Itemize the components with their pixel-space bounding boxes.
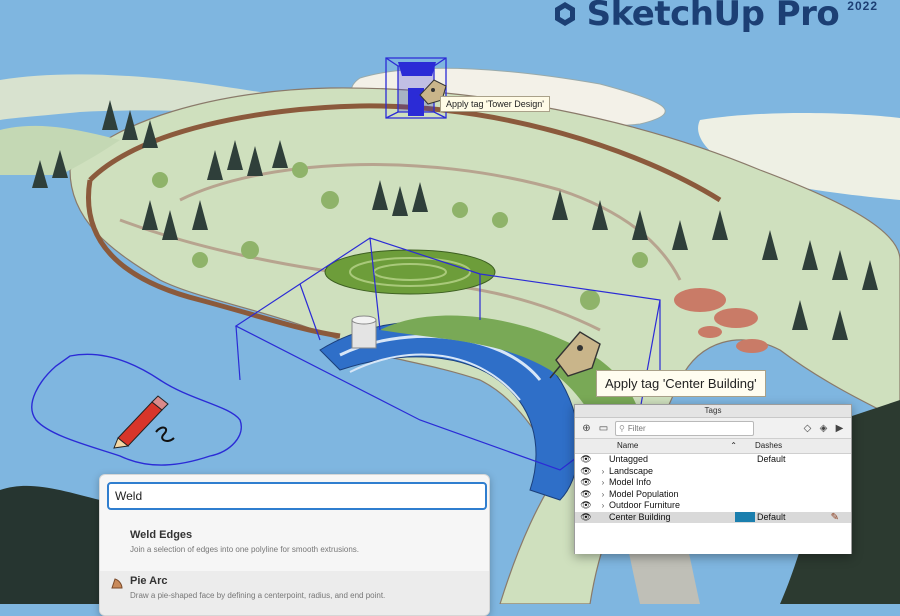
result-description: Draw a pie-shaped face by defining a cen… [130,591,386,600]
sort-icon[interactable]: ⌃ [730,439,737,453]
result-title: Pie Arc [130,575,168,587]
search-result-pie-arc[interactable]: Pie Arc Draw a pie-shaped face by defini… [100,571,489,615]
result-title: Weld Edges [130,529,193,541]
result-description: Join a selection of edges into one polyl… [130,545,360,554]
tag-name: Model Population [609,488,679,499]
chevron-right-icon[interactable]: › [597,489,609,501]
search-panel[interactable]: Weld Edges Join a selection of edges int… [99,474,490,616]
add-tag-icon[interactable]: ⊕ [581,423,592,434]
tags-list: 👁 Untagged Default 👁 › Landscape 👁 › Mod… [575,454,851,554]
eye-icon[interactable]: 👁 [575,489,597,501]
tooltip-center-building: Apply tag 'Center Building' [596,370,766,397]
tags-panel-title: Tags [575,405,851,418]
tags-filter-input[interactable] [627,423,738,433]
color-by-tag-icon[interactable]: ◈ [818,423,829,434]
chevron-right-icon[interactable]: › [597,500,609,512]
tag-row-selected[interactable]: 👁 Center Building Default ✎ [575,511,851,524]
eye-icon[interactable]: 👁 [575,512,597,524]
tags-panel[interactable]: Tags ⊕ ▭ ⚲ ◇ ◈ ▶ Name ⌃ Dashes 👁 Untagged… [574,404,852,554]
details-icon[interactable]: ▶ [834,423,845,434]
eye-icon[interactable]: 👁 [575,466,597,478]
column-dashes[interactable]: Dashes [745,439,782,453]
chevron-right-icon[interactable]: › [597,466,609,478]
app-name: SketchUp Pro [586,0,840,34]
search-result-weld-edges[interactable]: Weld Edges Join a selection of edges int… [100,529,489,575]
tag-row[interactable]: 👁 › Outdoor Furniture [575,500,851,512]
pencil-icon[interactable]: ✎ [831,512,839,524]
tag-name: Center Building [609,511,671,522]
tag-row[interactable]: 👁 › Model Population [575,489,851,501]
tooltip-tower-design: Apply tag 'Tower Design' [440,96,550,112]
tag-row[interactable]: 👁 › Landscape [575,466,851,478]
tag-dashes[interactable]: Default [757,454,825,466]
tag-color-swatch[interactable] [735,512,755,523]
tag-name: Outdoor Furniture [609,500,681,510]
column-name[interactable]: Name [617,439,638,453]
tag-dashes[interactable]: Default [757,512,825,524]
sketchup-logo-icon [554,2,575,26]
forest-left [0,485,100,604]
tags-column-header: Name ⌃ Dashes [575,439,851,454]
plaza [674,288,726,312]
search-icon: ⚲ [619,423,625,433]
tower [408,88,424,116]
add-folder-icon[interactable]: ▭ [598,423,609,434]
app-version: 2022 [847,0,878,13]
tags-filter[interactable]: ⚲ [615,420,754,436]
tag-tool-icon[interactable]: ◇ [802,423,813,434]
pie-arc-icon [111,578,123,589]
search-input[interactable] [107,482,487,510]
tag-name: Landscape [609,465,654,476]
tag-name: Model Info [609,477,652,487]
tags-toolbar: ⊕ ▭ ⚲ ◇ ◈ ▶ [575,418,851,439]
eye-icon[interactable]: 👁 [575,477,597,489]
tag-row[interactable]: 👁 Untagged Default [575,454,851,466]
eye-icon[interactable]: 👁 [575,500,597,512]
chevron-right-icon[interactable]: › [597,477,609,489]
eye-icon[interactable]: 👁 [575,454,597,466]
tag-name: Untagged [609,454,649,464]
tag-row[interactable]: 👁 › Model Info [575,477,851,489]
tag-swatch [735,455,755,465]
app-logo: SketchUp Pro 2022 [551,0,878,34]
